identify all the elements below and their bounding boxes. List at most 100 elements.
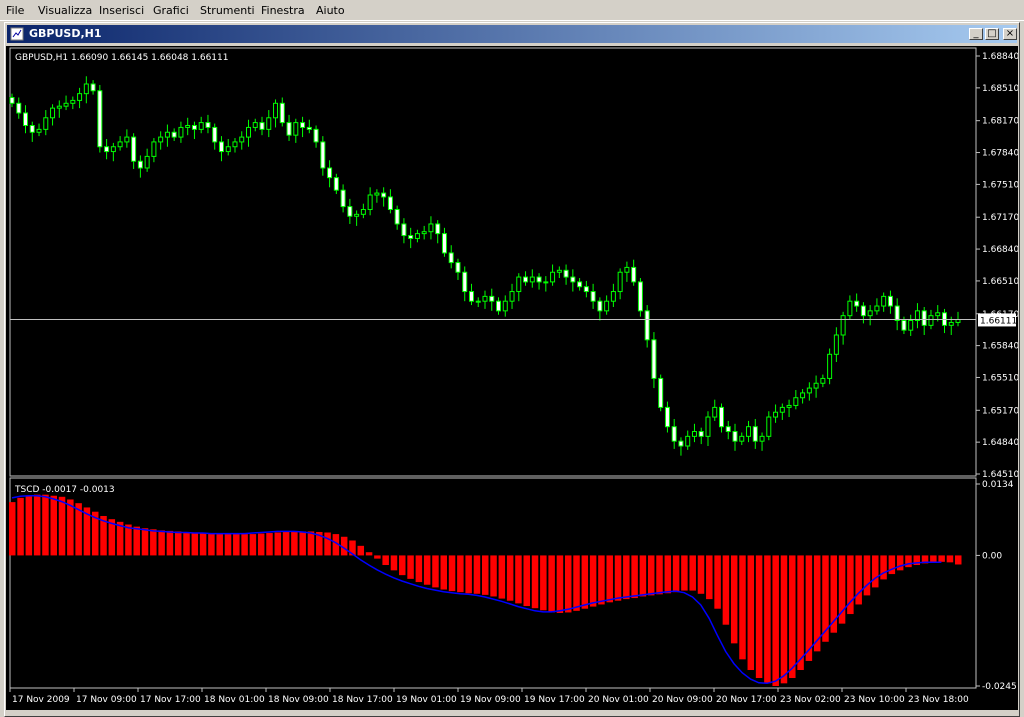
candle-body — [164, 131, 170, 138]
candle-body — [246, 126, 251, 138]
candle-body — [678, 440, 684, 447]
candle-body — [867, 310, 873, 317]
histogram-bar — [523, 555, 530, 607]
price-tick-label: 1.66840 — [982, 245, 1018, 255]
histogram-bar — [241, 534, 248, 556]
time-tick-label: 18 Nov 01:00 — [204, 695, 265, 705]
candle-body — [631, 266, 637, 283]
candle-body — [104, 146, 110, 153]
histogram-bar — [432, 555, 439, 588]
candle-body — [171, 131, 177, 138]
price-tick-label: 1.65840 — [982, 342, 1018, 352]
histogram-bar — [191, 532, 199, 556]
candle-body — [205, 122, 211, 128]
candle-body — [36, 128, 42, 133]
menu-grafici[interactable]: Grafici — [153, 4, 189, 17]
candle-body — [43, 117, 49, 130]
histogram-bar — [257, 533, 265, 556]
histogram-bar — [183, 531, 190, 556]
window-titlebar[interactable]: GBPUSD,H1 _ □ × — [7, 25, 1017, 43]
candle-body — [124, 136, 130, 143]
candle-body — [367, 194, 373, 210]
menu-file[interactable]: File — [6, 4, 24, 17]
histogram-bar — [515, 555, 522, 604]
time-tick-label: 19 Nov 09:00 — [460, 695, 521, 705]
time-tick-label: 17 Nov 17:00 — [140, 695, 201, 705]
histogram-bar — [307, 531, 315, 556]
chart-svg[interactable]: GBPUSD,H1 1.66090 1.66145 1.66048 1.6611… — [6, 46, 1019, 710]
histogram-bar — [498, 555, 506, 599]
candle-body — [583, 286, 589, 293]
candle-body — [266, 117, 272, 130]
histogram-bar — [614, 555, 622, 601]
histogram-bar — [224, 533, 232, 556]
candle-body — [185, 125, 191, 128]
indicator-axis: 0.0134 0.00 -0.0245 — [976, 480, 1017, 692]
histogram-bar — [747, 555, 755, 671]
candle-body — [50, 107, 56, 119]
histogram-bar — [150, 529, 157, 556]
histogram-bar — [67, 499, 74, 556]
price-tick-label: 1.65510 — [982, 373, 1018, 383]
candle-body — [691, 431, 697, 437]
histogram-bar — [714, 555, 721, 609]
candle-body — [786, 404, 792, 408]
histogram-bar — [199, 532, 207, 556]
close-button[interactable]: × — [1003, 28, 1017, 40]
histogram-bar — [282, 531, 290, 556]
histogram-bar — [598, 555, 605, 605]
histogram-bar — [274, 532, 282, 556]
time-tick-label: 18 Nov 17:00 — [332, 695, 393, 705]
candle-body — [779, 406, 785, 413]
histogram-bar — [623, 555, 630, 600]
candle-body — [610, 291, 616, 302]
histogram-bar — [216, 533, 223, 556]
histogram-bar — [764, 555, 771, 684]
histogram-bar — [946, 555, 954, 563]
candle-body — [23, 112, 29, 127]
menu-finestra[interactable]: Finestra — [261, 4, 305, 17]
candle-body — [827, 353, 833, 379]
candle-body — [577, 281, 583, 288]
candle-body — [523, 276, 529, 283]
candle-body — [468, 291, 474, 302]
price-tick-label: 1.64510 — [982, 470, 1018, 480]
time-tick-label: 23 Nov 18:00 — [908, 695, 969, 705]
histogram-bar — [896, 555, 904, 571]
histogram-bar — [888, 555, 896, 575]
candle-body — [874, 305, 880, 312]
price-tick-label: 1.67510 — [982, 180, 1018, 190]
window-title: GBPUSD,H1 — [29, 27, 102, 40]
current-price-label: 1.66111 — [980, 316, 1017, 326]
candle-body — [286, 122, 292, 136]
candle-body — [529, 276, 535, 283]
candle-body — [705, 416, 711, 437]
maximize-button[interactable]: □ — [985, 28, 999, 40]
candle-body — [63, 102, 69, 107]
histogram-bar — [374, 555, 381, 559]
minimize-button[interactable]: _ — [969, 28, 983, 40]
menu-aiuto[interactable]: Aiuto — [316, 4, 345, 17]
menu-visualizza[interactable]: Visualizza — [38, 4, 92, 17]
histogram-bar — [755, 555, 763, 679]
histogram-bar — [606, 555, 613, 603]
candle-body — [590, 291, 596, 302]
candle-body — [766, 416, 772, 437]
histogram-bar — [631, 555, 638, 599]
candle-body — [144, 155, 150, 169]
menu-strumenti[interactable]: Strumenti — [200, 4, 255, 17]
candle-body — [739, 435, 745, 442]
candle-body — [489, 295, 495, 302]
candle-body — [462, 271, 468, 293]
histogram-bar — [233, 533, 240, 556]
histogram-bar — [548, 555, 555, 613]
histogram-bar — [158, 530, 165, 556]
candle-body — [158, 136, 164, 143]
menu-inserisci[interactable]: Inserisci — [99, 4, 144, 17]
histogram-bar — [789, 555, 796, 679]
chart-area[interactable]: GBPUSD,H1 1.66090 1.66145 1.66048 1.6611… — [6, 46, 1019, 710]
indicator-group — [9, 494, 962, 686]
time-tick-label: 17 Nov 09:00 — [76, 695, 137, 705]
candle-body — [117, 141, 123, 148]
candle-body — [698, 431, 704, 437]
